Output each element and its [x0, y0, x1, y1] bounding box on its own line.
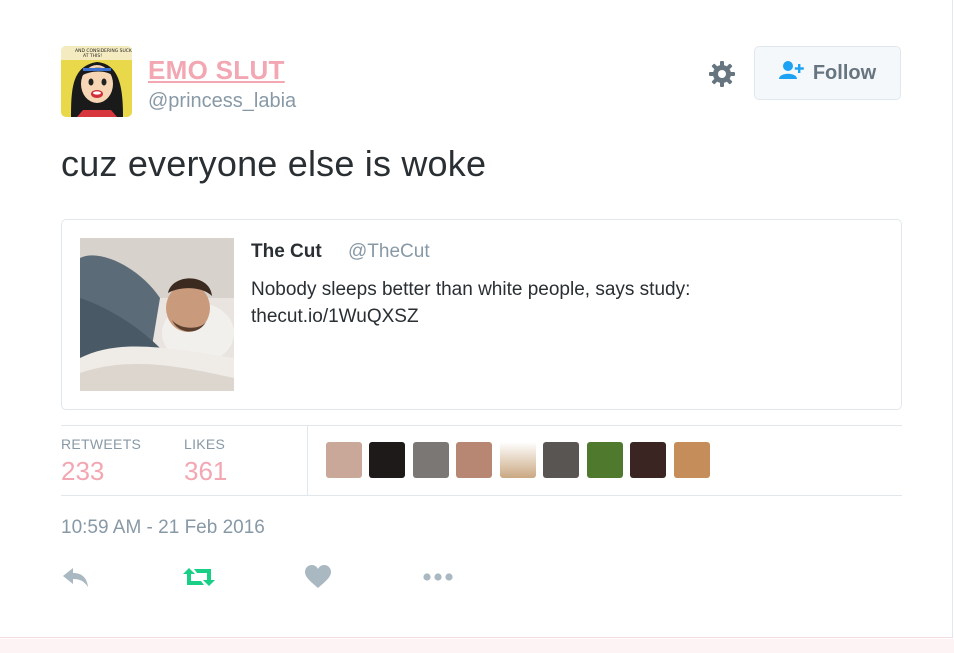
- sleeping-man-photo: [80, 238, 234, 391]
- liker-avatar[interactable]: [500, 442, 536, 478]
- tweet-text: cuz everyone else is woke: [61, 143, 487, 184]
- likes-label: LIKES: [184, 436, 226, 452]
- likes-stat[interactable]: LIKES 361: [184, 436, 227, 487]
- reply-icon[interactable]: [62, 562, 90, 592]
- quoted-tweet-name[interactable]: The Cut: [251, 241, 322, 263]
- retweet-icon[interactable]: [183, 562, 215, 592]
- quoted-tweet-handle[interactable]: @TheCut: [348, 241, 430, 263]
- svg-text:AT THIS!: AT THIS!: [83, 53, 102, 59]
- liker-avatar[interactable]: [543, 442, 579, 478]
- user-handle[interactable]: @princess_labia: [148, 90, 296, 113]
- add-user-icon: [778, 60, 805, 86]
- quoted-tweet-line: Nobody sleeps better than white people, …: [251, 279, 691, 300]
- quoted-tweet-link[interactable]: thecut.io/1WuQXSZ: [251, 303, 871, 330]
- profile-avatar[interactable]: AND CONSIDERING SUCKING AT THIS!: [61, 46, 132, 117]
- stats-divider: [307, 426, 308, 496]
- retweets-label: RETWEETS: [61, 436, 142, 452]
- quoted-tweet-card[interactable]: The Cut @TheCut Nobody sleeps better tha…: [61, 219, 902, 410]
- liker-avatar[interactable]: [587, 442, 623, 478]
- follow-label: Follow: [812, 61, 877, 84]
- more-icon[interactable]: [423, 562, 453, 592]
- liker-avatar[interactable]: [456, 442, 492, 478]
- liker-avatar[interactable]: [674, 442, 710, 478]
- retweets-stat[interactable]: RETWEETS 233: [61, 436, 141, 487]
- heart-icon[interactable]: [305, 562, 331, 592]
- liker-avatar[interactable]: [630, 442, 666, 478]
- liker-avatar[interactable]: [369, 442, 405, 478]
- retweets-count: 233: [61, 456, 105, 486]
- bottom-strip: [0, 639, 954, 653]
- liker-avatar[interactable]: [413, 442, 449, 478]
- display-name[interactable]: EMO SLUT: [148, 55, 285, 86]
- gear-icon[interactable]: [707, 59, 737, 89]
- likes-count: 361: [184, 456, 228, 486]
- liker-avatar[interactable]: [326, 442, 362, 478]
- tweet-stats: RETWEETS 233 LIKES 361: [61, 425, 902, 496]
- tweet-timestamp[interactable]: 10:59 AM - 21 Feb 2016: [61, 517, 265, 539]
- quoted-tweet-text: Nobody sleeps better than white people, …: [251, 276, 871, 330]
- follow-button[interactable]: Follow: [754, 46, 901, 100]
